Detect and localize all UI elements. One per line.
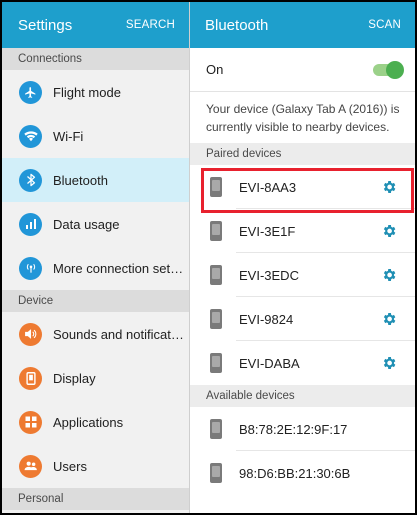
settings-menu-panel: Settings SEARCH Connections Flight mode … [2, 2, 189, 513]
users-icon [19, 454, 42, 478]
available-device-row[interactable]: B8:78:2E:12:9F:17 [190, 407, 415, 451]
gear-icon[interactable] [378, 220, 400, 242]
device-name: EVI-8AA3 [239, 179, 297, 195]
airplane-icon [19, 80, 42, 104]
sidebar-item-label: More connection settings [53, 260, 185, 276]
toggle-label: On [206, 62, 224, 77]
paired-device-row[interactable]: EVI-DABA [190, 341, 415, 385]
available-device-row[interactable]: 98:D6:BB:21:30:6B [190, 451, 415, 495]
visibility-description: Your device (Galaxy Tab A (2016)) is cur… [206, 102, 400, 134]
device-name: 98:D6:BB:21:30:6B [239, 465, 351, 481]
sidebar-item-flight-mode[interactable]: Flight mode [2, 70, 189, 114]
screen-frame: Settings SEARCH Connections Flight mode … [0, 0, 417, 515]
gear-icon[interactable] [378, 264, 400, 286]
bluetooth-header: Bluetooth SCAN [190, 2, 415, 48]
switch-knob [386, 60, 404, 79]
applications-icon [19, 410, 42, 434]
bluetooth-toggle-row[interactable]: On [190, 48, 415, 92]
wifi-icon [19, 124, 42, 148]
device-name: EVI-3E1F [239, 223, 296, 239]
available-devices-header: Available devices [190, 385, 415, 407]
device-name: B8:78:2E:12:9F:17 [239, 421, 348, 437]
paired-device-row[interactable]: EVI-8AA3 [190, 165, 415, 209]
bluetooth-icon [19, 168, 42, 192]
sidebar-item-label: Bluetooth [53, 172, 108, 188]
sidebar-item-label: Data usage [53, 216, 120, 232]
gear-icon[interactable] [378, 176, 400, 198]
device-name: EVI-3EDC [239, 267, 299, 283]
section-device: Device [2, 290, 189, 312]
tablet-device-icon [210, 419, 222, 439]
sidebar-item-label: Wi-Fi [53, 128, 84, 144]
sidebar-item-label: Flight mode [53, 84, 121, 100]
sidebar-item-users[interactable]: Users [2, 444, 189, 488]
device-name: EVI-DABA [239, 355, 300, 371]
more-connections-icon [19, 256, 42, 280]
sidebar-item-sounds[interactable]: Sounds and notifications [2, 312, 189, 356]
sidebar-item-label: Applications [53, 414, 124, 430]
data-usage-icon [19, 212, 42, 236]
tablet-device-icon [210, 177, 222, 197]
device-name: EVI-9824 [239, 311, 294, 327]
paired-device-row[interactable]: EVI-3E1F [190, 209, 415, 253]
tablet-device-icon [210, 309, 222, 329]
paired-device-row[interactable]: EVI-3EDC [190, 253, 415, 297]
gear-icon[interactable] [378, 308, 400, 330]
scan-button[interactable]: SCAN [368, 19, 401, 31]
search-button[interactable]: SEARCH [126, 19, 175, 31]
section-connections: Connections [2, 48, 189, 70]
tablet-device-icon [210, 353, 222, 373]
section-personal: Personal [2, 488, 189, 510]
sidebar-item-bluetooth[interactable]: Bluetooth [2, 158, 189, 202]
sidebar-item-label: Users [53, 458, 87, 474]
tablet-device-icon [210, 265, 222, 285]
sidebar-item-applications[interactable]: Applications [2, 400, 189, 444]
tablet-device-icon [210, 221, 222, 241]
page-title: Bluetooth [205, 16, 269, 34]
volume-icon [19, 322, 42, 346]
settings-header: Settings SEARCH [2, 2, 189, 48]
settings-title: Settings [18, 16, 73, 34]
bluetooth-panel: Bluetooth SCAN On Your device (Galaxy Ta… [189, 2, 415, 513]
sidebar-item-display[interactable]: Display [2, 356, 189, 400]
tablet-device-icon [210, 463, 222, 483]
sidebar-item-data-usage[interactable]: Data usage [2, 202, 189, 246]
paired-devices-header: Paired devices [190, 143, 415, 165]
sidebar-item-wifi[interactable]: Wi-Fi [2, 114, 189, 158]
gear-icon[interactable] [378, 352, 400, 374]
display-icon [19, 366, 42, 390]
paired-device-row[interactable]: EVI-9824 [190, 297, 415, 341]
sidebar-item-label: Display [53, 370, 96, 386]
bluetooth-switch[interactable] [373, 60, 404, 79]
sidebar-item-more-connections[interactable]: More connection settings [2, 246, 189, 290]
sidebar-item-label: Sounds and notifications [53, 326, 185, 342]
